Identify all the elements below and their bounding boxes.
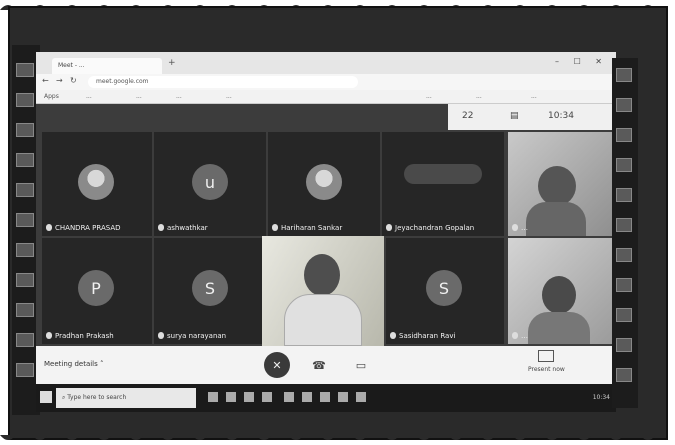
strip-tick (616, 218, 632, 232)
taskbar-app-icon[interactable] (226, 392, 236, 402)
people-count[interactable]: 22 (462, 111, 473, 121)
back-icon[interactable]: ← (42, 76, 49, 85)
participant-face (542, 276, 576, 314)
participant-face (538, 166, 576, 206)
participant-name: Sasidharan Ravi (390, 332, 455, 340)
strip-tick (16, 153, 34, 167)
bookmark-item[interactable]: ... (136, 93, 142, 100)
strip-tick (16, 63, 34, 77)
strip-tick (616, 338, 632, 352)
strip-tick (616, 278, 632, 292)
reload-icon[interactable]: ↻ (70, 76, 77, 85)
strip-tick (16, 243, 34, 257)
microphone-off-icon[interactable]: ✕ (264, 352, 290, 378)
taskbar-app-icon[interactable] (338, 392, 348, 402)
bookmark-item[interactable]: ... (531, 93, 537, 100)
taskbar-search-box[interactable]: ⌕ Type here to search (56, 388, 196, 408)
participant-name: ashwathkar (158, 224, 208, 232)
bookmark-item[interactable]: ... (86, 93, 92, 100)
participant-video-tile[interactable]: … (508, 132, 616, 236)
participant-avatar (404, 164, 482, 184)
strip-tick (616, 248, 632, 262)
participant-name: Pradhan Prakash (46, 332, 114, 340)
bookmark-item[interactable]: ... (426, 93, 432, 100)
new-tab-icon[interactable]: + (168, 58, 176, 68)
meet-header-panel: 22 ▤ 10:34 (448, 104, 616, 130)
participant-avatar: P (78, 270, 114, 306)
participant-tile[interactable]: CHANDRA PRASAD (42, 132, 152, 236)
windows-start-icon[interactable] (40, 391, 52, 403)
bookmark-item[interactable]: ... (226, 93, 232, 100)
browser-tab-bar: Meet - ... + – ☐ ✕ (36, 52, 616, 74)
bookmark-item[interactable]: ... (476, 93, 482, 100)
participant-avatar: S (426, 270, 462, 306)
camera-icon[interactable]: ▭ (348, 352, 374, 378)
forward-icon[interactable]: → (56, 76, 63, 85)
browser-tab[interactable]: Meet - ... (52, 58, 162, 74)
windows-taskbar: ⌕ Type here to search 10:34 (36, 384, 616, 412)
right-film-strip (612, 58, 638, 408)
participant-face (304, 254, 340, 296)
meet-control-bar: Meeting details ˄ ✕ ☎ ▭ Present now (36, 346, 616, 384)
phone-hangup-icon[interactable]: ☎ (306, 352, 332, 378)
strip-tick (16, 273, 34, 287)
strip-tick (16, 333, 34, 347)
participant-body (526, 202, 586, 236)
participant-name: surya narayanan (158, 332, 226, 340)
participant-avatar (306, 164, 342, 200)
meeting-time: 10:34 (548, 111, 574, 121)
strip-tick (16, 183, 34, 197)
present-screen-icon (538, 350, 555, 362)
participant-name: Jeyachandran Gopalan (386, 224, 474, 232)
strip-tick (616, 158, 632, 172)
taskbar-app-icon[interactable] (244, 392, 254, 402)
participant-tile[interactable]: S surya narayanan (154, 238, 266, 344)
meeting-details-button[interactable]: Meeting details ˄ (44, 360, 104, 368)
chat-icon[interactable]: ▤ (510, 111, 519, 121)
strip-tick (616, 128, 632, 142)
strip-tick (616, 188, 632, 202)
taskbar-app-icon[interactable] (320, 392, 330, 402)
system-tray-clock[interactable]: 10:34 (593, 394, 610, 401)
strip-tick (16, 213, 34, 227)
participant-avatar (78, 164, 114, 200)
participant-tile[interactable]: Hariharan Sankar (268, 132, 380, 236)
taskbar-app-icon[interactable] (284, 392, 294, 402)
window-controls[interactable]: – ☐ ✕ (555, 57, 608, 66)
participant-avatar: S (192, 270, 228, 306)
participant-name: Hariharan Sankar (272, 224, 342, 232)
strip-tick (16, 303, 34, 317)
task-view-icon[interactable] (208, 392, 218, 402)
participant-video-tile[interactable]: … (508, 238, 616, 344)
frame-wave-bottom (0, 435, 672, 440)
present-now-button[interactable]: Present now (528, 350, 565, 373)
bookmark-item[interactable]: ... (176, 93, 182, 100)
participant-tile[interactable]: P Pradhan Prakash (42, 238, 152, 344)
strip-tick (616, 308, 632, 322)
taskbar-app-icon[interactable] (262, 392, 272, 402)
participant-avatar: u (192, 164, 228, 200)
participant-tile[interactable]: Jeyachandran Gopalan (382, 132, 504, 236)
monitor-screen: Meet - ... + – ☐ ✕ ← → ↻ meet.google.com… (36, 52, 616, 412)
strip-tick (616, 368, 632, 382)
strip-tick (16, 363, 34, 377)
participant-body (284, 294, 362, 346)
strip-tick (16, 93, 34, 107)
strip-tick (616, 68, 632, 82)
strip-tick (16, 123, 34, 137)
address-bar: ← → ↻ meet.google.com (36, 74, 616, 90)
url-field[interactable]: meet.google.com (88, 76, 358, 88)
participant-body (528, 312, 590, 344)
taskbar-app-icon[interactable] (356, 392, 366, 402)
strip-tick (616, 98, 632, 112)
participant-tile[interactable]: u ashwathkar (154, 132, 266, 236)
participant-video-main[interactable] (262, 236, 384, 346)
participant-name: … (512, 224, 528, 232)
participant-tile[interactable]: S Sasidharan Ravi (386, 238, 504, 344)
bookmark-item[interactable]: Apps (44, 93, 59, 100)
participant-name: CHANDRA PRASAD (46, 224, 121, 232)
participant-name: … (512, 332, 528, 340)
taskbar-app-icon[interactable] (302, 392, 312, 402)
bookmarks-bar: Apps ... ... ... ... ... ... ... (36, 90, 616, 104)
